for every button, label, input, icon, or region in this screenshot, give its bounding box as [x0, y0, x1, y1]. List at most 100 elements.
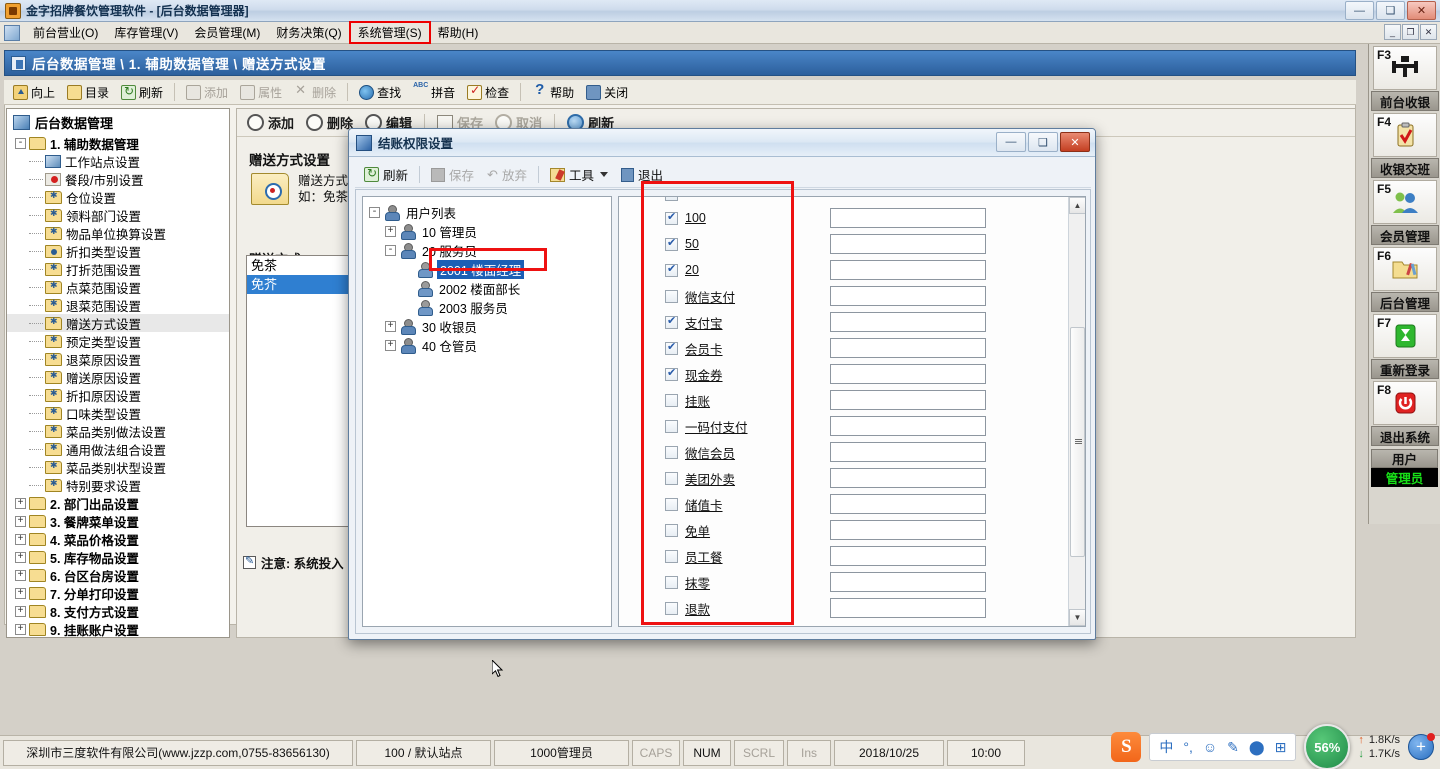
- function-key-f7-button[interactable]: F7: [1373, 314, 1437, 358]
- expand-expander-icon[interactable]: +: [15, 605, 26, 617]
- dialog-minimize-button[interactable]: —: [996, 132, 1026, 152]
- function-key-f7-label[interactable]: 重新登录: [1371, 359, 1439, 379]
- ime-mode-button[interactable]: 中: [1159, 737, 1173, 757]
- permission-value-input[interactable]: [830, 260, 986, 280]
- sidebar-item-unit-conversion[interactable]: 物品单位换算设置: [7, 224, 229, 242]
- add-widget-button[interactable]: +: [1408, 733, 1435, 760]
- menu-item-inventory[interactable]: 库存管理(V): [106, 22, 186, 43]
- permission-checkbox[interactable]: [665, 314, 678, 329]
- dialog-save-button[interactable]: 保存: [426, 163, 479, 186]
- function-key-f4-button[interactable]: F4: [1373, 113, 1437, 157]
- dialog-tools-button[interactable]: 工具: [545, 163, 613, 186]
- sidebar-item-warehouse[interactable]: 仓位设置: [7, 188, 229, 206]
- toolbar-add-button[interactable]: 添加: [181, 82, 233, 103]
- permission-row-credit[interactable]: 挂账: [619, 387, 1085, 413]
- close-button[interactable]: ✕: [1407, 1, 1436, 20]
- permission-value-input[interactable]: [830, 286, 986, 306]
- navigation-tree-panel[interactable]: 后台数据管理 - 1. 辅助数据管理 工作站点设置 餐段/市别设置 仓位设置 领…: [6, 108, 230, 638]
- sidebar-item-discount-range[interactable]: 打折范围设置: [7, 260, 229, 278]
- scrollbar-thumb[interactable]: [1070, 327, 1085, 557]
- permission-row-wechat-pay[interactable]: 微信支付: [619, 283, 1085, 309]
- permission-row-alipay[interactable]: 支付宝: [619, 309, 1085, 335]
- permission-value-input[interactable]: [830, 312, 986, 332]
- sidebar-item-reservation-type[interactable]: 预定类型设置: [7, 332, 229, 350]
- permission-checkbox[interactable]: [665, 210, 678, 225]
- permission-checkbox[interactable]: [665, 366, 678, 381]
- list-item[interactable]: 免茶: [247, 256, 349, 275]
- sogou-ime-logo-icon[interactable]: S: [1111, 732, 1142, 762]
- permission-value-input[interactable]: [830, 598, 986, 618]
- toolbar-up-button[interactable]: 向上: [8, 82, 60, 103]
- expand-expander-icon[interactable]: +: [385, 226, 396, 237]
- dialog-maximize-button[interactable]: ❑: [1028, 132, 1058, 152]
- sidebar-item-return-reason[interactable]: 退菜原因设置: [7, 350, 229, 368]
- expand-expander-icon[interactable]: +: [15, 569, 26, 581]
- menu-item-member[interactable]: 会员管理(M): [186, 22, 268, 43]
- permission-value-input[interactable]: [830, 390, 986, 410]
- tree-group-1[interactable]: - 1. 辅助数据管理: [7, 134, 229, 152]
- user-item-2003[interactable]: 2003 服务员: [363, 298, 611, 317]
- tree-group-9[interactable]: + 9. 挂账账户设置: [7, 620, 229, 637]
- permission-row-round-off[interactable]: 抹零: [619, 569, 1085, 595]
- permission-checkbox[interactable]: [665, 497, 678, 511]
- user-group-10[interactable]: + 10 管理员: [363, 222, 611, 241]
- permission-checkbox[interactable]: [665, 601, 678, 615]
- function-key-f5-label[interactable]: 会员管理: [1371, 225, 1439, 245]
- dialog-close-button[interactable]: ✕: [1060, 132, 1090, 152]
- permission-scrollbar[interactable]: ▲ ▼: [1068, 197, 1085, 626]
- ime-punctuation-button[interactable]: °,: [1183, 739, 1193, 755]
- sidebar-item-return-range[interactable]: 退菜范围设置: [7, 296, 229, 314]
- function-key-f8[interactable]: F8 退出系统: [1369, 381, 1440, 446]
- expand-expander-icon[interactable]: +: [385, 321, 396, 332]
- network-monitor-ball[interactable]: 56%: [1304, 724, 1351, 769]
- function-key-f5[interactable]: F5 会员管理: [1369, 180, 1440, 245]
- user-item-2002[interactable]: 2002 楼面部长: [363, 279, 611, 298]
- collapse-expander-icon[interactable]: -: [385, 245, 396, 256]
- permission-value-input[interactable]: [830, 416, 986, 436]
- user-tree-root[interactable]: - 用户列表: [363, 203, 611, 222]
- permission-checkbox[interactable]: [665, 549, 678, 563]
- permission-checkbox[interactable]: [665, 393, 678, 407]
- permission-row-wechat-member[interactable]: 微信会员: [619, 439, 1085, 465]
- expand-expander-icon[interactable]: +: [385, 340, 396, 351]
- expand-expander-icon[interactable]: +: [15, 623, 26, 635]
- maximize-button[interactable]: ❑: [1376, 1, 1405, 20]
- permission-checkbox[interactable]: [665, 575, 678, 589]
- ime-emoji-button[interactable]: ☺: [1203, 739, 1217, 755]
- toolbar-pinyin-button[interactable]: 拼音: [408, 82, 460, 103]
- expand-expander-icon[interactable]: +: [15, 515, 26, 527]
- user-item-2001[interactable]: 2001 楼面经理: [363, 260, 611, 279]
- dialog-discard-button[interactable]: ↶ 放弃: [482, 163, 532, 186]
- permission-row-20[interactable]: 20: [619, 257, 1085, 283]
- permission-value-input[interactable]: [830, 208, 986, 228]
- list-item[interactable]: 免芥: [247, 275, 349, 294]
- toolbar-check-button[interactable]: 检查: [462, 82, 514, 103]
- mdi-close-button[interactable]: ✕: [1420, 24, 1437, 40]
- function-key-f5-button[interactable]: F5: [1373, 180, 1437, 224]
- permission-checkbox[interactable]: [665, 523, 678, 537]
- ime-apps-button[interactable]: ⊞: [1275, 739, 1287, 756]
- permission-row-free-order[interactable]: 免单: [619, 517, 1085, 543]
- dialog-exit-button[interactable]: 退出: [616, 163, 668, 186]
- function-key-f4[interactable]: F4 收银交班: [1369, 113, 1440, 178]
- permission-checkbox[interactable]: [665, 197, 678, 201]
- content-add-button[interactable]: 添加: [243, 113, 298, 132]
- function-key-f4-label[interactable]: 收银交班: [1371, 158, 1439, 178]
- tree-group-8[interactable]: + 8. 支付方式设置: [7, 602, 229, 620]
- user-list-tree[interactable]: - 用户列表 + 10 管理员 - 20 服务员 2001 楼面经理 2002 …: [362, 196, 612, 627]
- expand-expander-icon[interactable]: +: [15, 551, 26, 563]
- permission-checkbox[interactable]: [665, 419, 678, 433]
- permission-row-cash-coupon[interactable]: 现金券: [619, 361, 1085, 387]
- collapse-expander-icon[interactable]: -: [15, 137, 26, 149]
- permission-list[interactable]: 100 50 20 微信支付: [618, 196, 1086, 627]
- function-key-f3-button[interactable]: F3: [1373, 46, 1437, 90]
- toolbar-directory-button[interactable]: 目录: [62, 82, 114, 103]
- function-key-f6-label[interactable]: 后台管理: [1371, 292, 1439, 312]
- expand-expander-icon[interactable]: +: [15, 587, 26, 599]
- function-key-f3-label[interactable]: 前台收银: [1371, 91, 1439, 111]
- sidebar-item-gift-reason[interactable]: 赠送原因设置: [7, 368, 229, 386]
- tree-group-2[interactable]: + 2. 部门出品设置: [7, 494, 229, 512]
- permission-checkbox[interactable]: [665, 340, 678, 355]
- minimize-button[interactable]: —: [1345, 1, 1374, 20]
- function-key-f6-button[interactable]: F6: [1373, 247, 1437, 291]
